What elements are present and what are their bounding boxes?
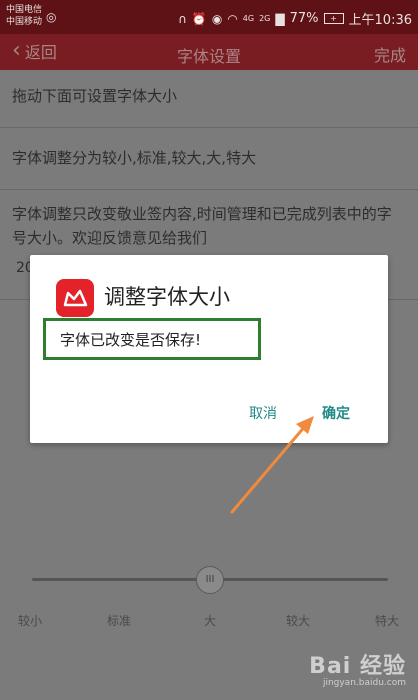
size-label-large[interactable]: 大: [204, 612, 216, 629]
network-4g: 4G: [242, 14, 255, 23]
carrier-2: 中国移动: [6, 17, 43, 27]
dialog-title: 调整字体大小: [104, 285, 230, 309]
size-label-standard[interactable]: 标准: [107, 612, 131, 629]
signal-2g: 2G: [259, 14, 271, 23]
watermark-url: jingyan.baidu.com: [322, 678, 406, 688]
baidu-jingyan-watermark: Bai 经验 jingyan.baidu.com: [309, 648, 406, 688]
app-bar: ‹ 返回 字体设置 完成: [0, 34, 418, 70]
list-item: 字体调整分为较小,标准,较大,大,特大: [0, 128, 418, 190]
font-size-labels: 较小 标准 大 较大 特大: [0, 612, 418, 632]
watermark-logo: Bai 经验: [309, 654, 406, 679]
wifi-icon: ◠: [227, 11, 238, 26]
dialog-message-highlight: 字体已改变是否保存!: [43, 318, 261, 360]
battery-icon: +: [323, 13, 344, 24]
done-button[interactable]: 完成: [374, 42, 406, 66]
battery-badge: +: [330, 14, 337, 23]
page-title: 字体设置: [176, 47, 241, 66]
confirm-button[interactable]: 确定: [322, 403, 350, 423]
app-logo-icon: [56, 279, 94, 317]
size-label-smaller[interactable]: 较小: [18, 612, 42, 629]
clock: 上午10:36: [348, 13, 412, 28]
status-icons: ∩ ⏰ ◉ ◠ 4G 2G ▇ 77% + 上午10:36: [178, 9, 412, 28]
eye-icon: ◉: [211, 11, 223, 26]
size-label-extra-large[interactable]: 特大: [375, 612, 399, 629]
headphones-icon: ∩: [178, 11, 187, 26]
weibo-icon: ◎: [46, 10, 57, 24]
carrier-1: 中国电信: [6, 5, 43, 15]
battery-percent: 77%: [289, 11, 319, 26]
dialog-message: 字体已改变是否保存!: [60, 331, 202, 349]
font-size-slider-thumb[interactable]: III: [196, 566, 224, 594]
carrier-info: 中国电信 中国移动: [6, 4, 42, 28]
status-bar: 中国电信 中国移动 ◎ ∩ ⏰ ◉ ◠ 4G 2G ▇ 77% + 上午10:3…: [0, 0, 418, 34]
size-label-larger[interactable]: 较大: [286, 612, 310, 629]
signal-icon: ▇: [275, 11, 285, 26]
save-font-dialog: 调整字体大小 字体已改变是否保存! 取消 确定: [30, 255, 388, 443]
alarm-icon: ⏰: [191, 11, 207, 26]
list-item: 拖动下面可设置字体大小: [0, 70, 418, 128]
cancel-button[interactable]: 取消: [249, 403, 277, 423]
cloud-icon: [63, 289, 88, 307]
